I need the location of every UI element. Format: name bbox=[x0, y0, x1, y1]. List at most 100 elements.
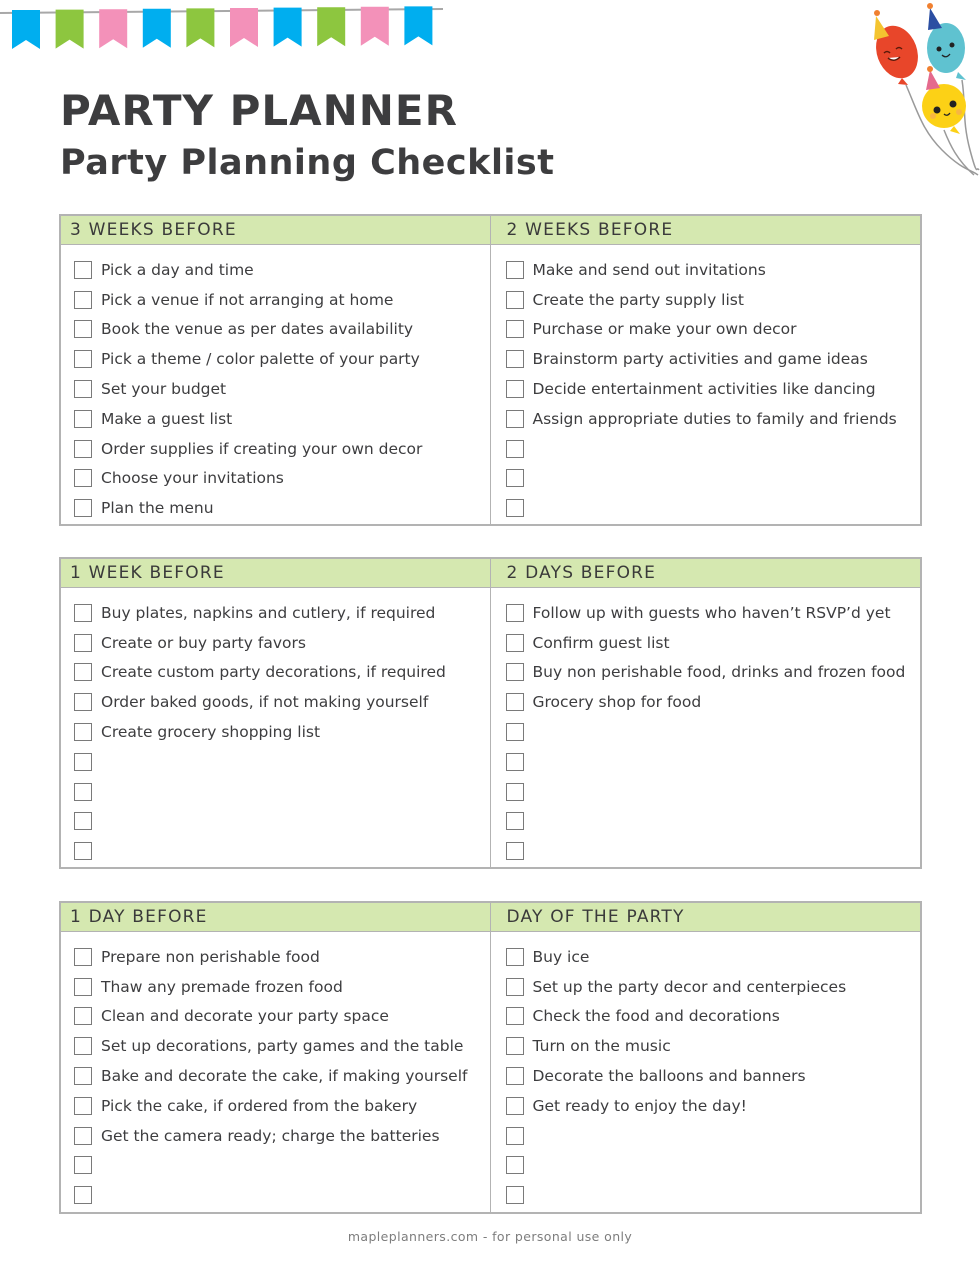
checkbox[interactable] bbox=[505, 350, 524, 369]
checkbox[interactable] bbox=[74, 603, 92, 622]
item-label: Bake and decorate the cake, if making yo… bbox=[101, 1067, 468, 1086]
checklist-item: Prepare non perishable food bbox=[74, 942, 490, 972]
checkbox[interactable] bbox=[505, 1096, 524, 1115]
checkbox[interactable] bbox=[74, 290, 92, 309]
checkbox[interactable] bbox=[74, 842, 92, 861]
checklist-item: Book the venue as per dates availability bbox=[74, 315, 490, 345]
checklist-item: Pick the cake, if ordered from the baker… bbox=[74, 1091, 490, 1121]
checklist-items: Make and send out invitations Create the … bbox=[491, 245, 921, 523]
checklist-item: Order supplies if creating your own deco… bbox=[74, 434, 490, 464]
item-label: Clean and decorate your party space bbox=[101, 1007, 389, 1026]
checkbox[interactable] bbox=[74, 439, 92, 458]
checkbox[interactable] bbox=[74, 1007, 92, 1026]
item-label: Pick a day and time bbox=[101, 260, 254, 279]
checkbox[interactable] bbox=[505, 693, 524, 712]
checkbox[interactable] bbox=[505, 1007, 524, 1026]
checkbox[interactable] bbox=[505, 469, 524, 488]
item-label: Turn on the music bbox=[532, 1037, 671, 1056]
bunting-flag bbox=[317, 7, 346, 47]
item-label: Create or buy party favors bbox=[101, 633, 306, 652]
checklist-item: Decorate the balloons and banners bbox=[505, 1061, 921, 1091]
checkbox[interactable] bbox=[505, 842, 524, 861]
checkbox[interactable] bbox=[74, 947, 92, 966]
checkbox[interactable] bbox=[505, 1126, 524, 1145]
checklist-item: Grocery shop for food bbox=[505, 687, 921, 717]
checklist-column: 1 DAY BEFORE Prepare non perishable food T… bbox=[61, 903, 491, 1212]
checklist-item bbox=[74, 1151, 490, 1181]
checkbox[interactable] bbox=[505, 812, 524, 831]
checkbox[interactable] bbox=[74, 1067, 92, 1086]
checkbox[interactable] bbox=[74, 633, 92, 652]
item-label: Brainstorm party activities and game ide… bbox=[532, 350, 868, 369]
checklist-item bbox=[505, 777, 921, 807]
item-label: Set up decorations, party games and the … bbox=[101, 1037, 464, 1056]
checkbox[interactable] bbox=[505, 499, 524, 518]
checklist-column: DAY OF THE PARTY Buy ice Set up the party … bbox=[490, 903, 921, 1212]
checkbox[interactable] bbox=[505, 633, 524, 652]
item-label: Create custom party decorations, if requ… bbox=[101, 663, 446, 682]
item-label: Grocery shop for food bbox=[532, 693, 702, 712]
checklist-item: Get ready to enjoy the day! bbox=[505, 1091, 921, 1121]
checkbox[interactable] bbox=[74, 409, 92, 428]
checkbox[interactable] bbox=[74, 499, 92, 518]
checklist-item: Follow up with guests who haven’t RSVP’d… bbox=[505, 598, 921, 628]
checklist-item bbox=[74, 807, 490, 837]
checkbox[interactable] bbox=[505, 663, 524, 682]
checkbox[interactable] bbox=[505, 260, 524, 279]
checkbox[interactable] bbox=[505, 782, 524, 801]
checkbox[interactable] bbox=[505, 320, 524, 339]
checkbox[interactable] bbox=[74, 812, 92, 831]
checklist-item: Create grocery shopping list bbox=[74, 717, 490, 747]
checklist-item bbox=[74, 1180, 490, 1210]
item-label: Create the party supply list bbox=[532, 290, 744, 309]
checkbox[interactable] bbox=[505, 1037, 524, 1056]
checkbox[interactable] bbox=[74, 693, 92, 712]
checklist-item: Create custom party decorations, if requ… bbox=[74, 658, 490, 688]
checkbox[interactable] bbox=[505, 603, 524, 622]
checkbox[interactable] bbox=[505, 1067, 524, 1086]
column-heading: 1 DAY BEFORE bbox=[61, 903, 490, 932]
checklist-items: Prepare non perishable food Thaw any prem… bbox=[61, 932, 490, 1210]
checkbox[interactable] bbox=[74, 1126, 92, 1145]
checkbox[interactable] bbox=[505, 977, 524, 996]
checkbox[interactable] bbox=[74, 350, 92, 369]
checkbox[interactable] bbox=[505, 1156, 524, 1175]
checklist-section: 1 DAY BEFORE Prepare non perishable food T… bbox=[59, 901, 922, 1214]
checkbox[interactable] bbox=[505, 752, 524, 771]
item-label: Buy ice bbox=[532, 947, 590, 966]
checkbox[interactable] bbox=[74, 1037, 92, 1056]
checkbox[interactable] bbox=[74, 380, 92, 399]
checklist-item: Make and send out invitations bbox=[505, 255, 921, 285]
checkbox[interactable] bbox=[74, 1156, 92, 1175]
checkbox[interactable] bbox=[74, 320, 92, 339]
checkbox[interactable] bbox=[505, 723, 524, 742]
item-label: Pick a theme / color palette of your par… bbox=[101, 350, 420, 369]
red-balloon-icon bbox=[874, 10, 918, 85]
checkbox[interactable] bbox=[74, 782, 92, 801]
checkbox[interactable] bbox=[74, 469, 92, 488]
bunting-flag bbox=[99, 9, 128, 49]
checkbox[interactable] bbox=[505, 290, 524, 309]
checkbox[interactable] bbox=[74, 1096, 92, 1115]
checklist-item bbox=[505, 493, 921, 523]
checklist-item: Get the camera ready; charge the batteri… bbox=[74, 1121, 490, 1151]
checkbox[interactable] bbox=[505, 380, 524, 399]
item-label: Buy plates, napkins and cutlery, if requ… bbox=[101, 603, 436, 622]
item-label: Make a guest list bbox=[101, 409, 233, 428]
checklist-items: Pick a day and time Pick a venue if not a… bbox=[61, 245, 490, 523]
checkbox[interactable] bbox=[74, 977, 92, 996]
checkbox[interactable] bbox=[74, 663, 92, 682]
checklist-item: Plan the menu bbox=[74, 493, 490, 523]
checkbox[interactable] bbox=[505, 1186, 524, 1205]
item-label: Get the camera ready; charge the batteri… bbox=[101, 1126, 440, 1145]
checkbox[interactable] bbox=[74, 723, 92, 742]
checkbox[interactable] bbox=[505, 409, 524, 428]
checklist-item bbox=[74, 777, 490, 807]
checklist-item bbox=[74, 836, 490, 866]
item-label: Choose your invitations bbox=[101, 469, 284, 488]
checkbox[interactable] bbox=[74, 260, 92, 279]
checkbox[interactable] bbox=[74, 752, 92, 771]
checkbox[interactable] bbox=[505, 947, 524, 966]
checkbox[interactable] bbox=[74, 1186, 92, 1205]
checkbox[interactable] bbox=[505, 439, 524, 458]
